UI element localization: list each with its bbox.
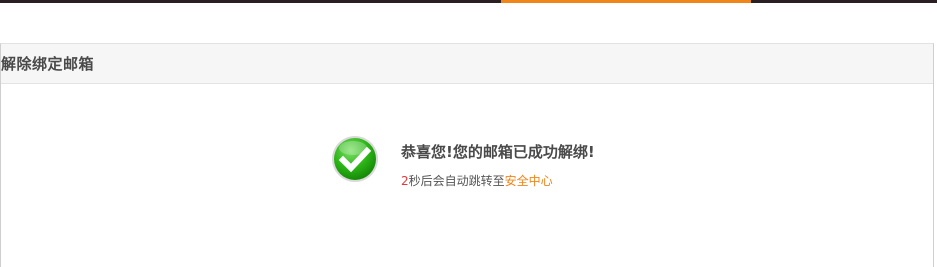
redirect-text: 秒后会自动跳转至 (408, 174, 505, 188)
result-text: 恭喜您!您的邮箱已成功解绑! 2秒后会自动跳转至安全中心 (401, 141, 595, 189)
success-result: 恭喜您!您的邮箱已成功解绑! 2秒后会自动跳转至安全中心 (331, 135, 595, 189)
success-message: 恭喜您!您的邮箱已成功解绑! (401, 143, 595, 161)
top-nav-bar (0, 0, 937, 3)
panel-header: 解除绑定邮箱 (1, 44, 933, 84)
security-center-link[interactable]: 安全中心 (505, 174, 553, 188)
panel-title: 解除绑定邮箱 (1, 55, 95, 73)
active-tab-indicator (501, 0, 751, 3)
check-circle-icon (332, 136, 378, 182)
redirect-notice: 2秒后会自动跳转至安全中心 (401, 172, 595, 189)
countdown-seconds: 2 (401, 174, 409, 188)
